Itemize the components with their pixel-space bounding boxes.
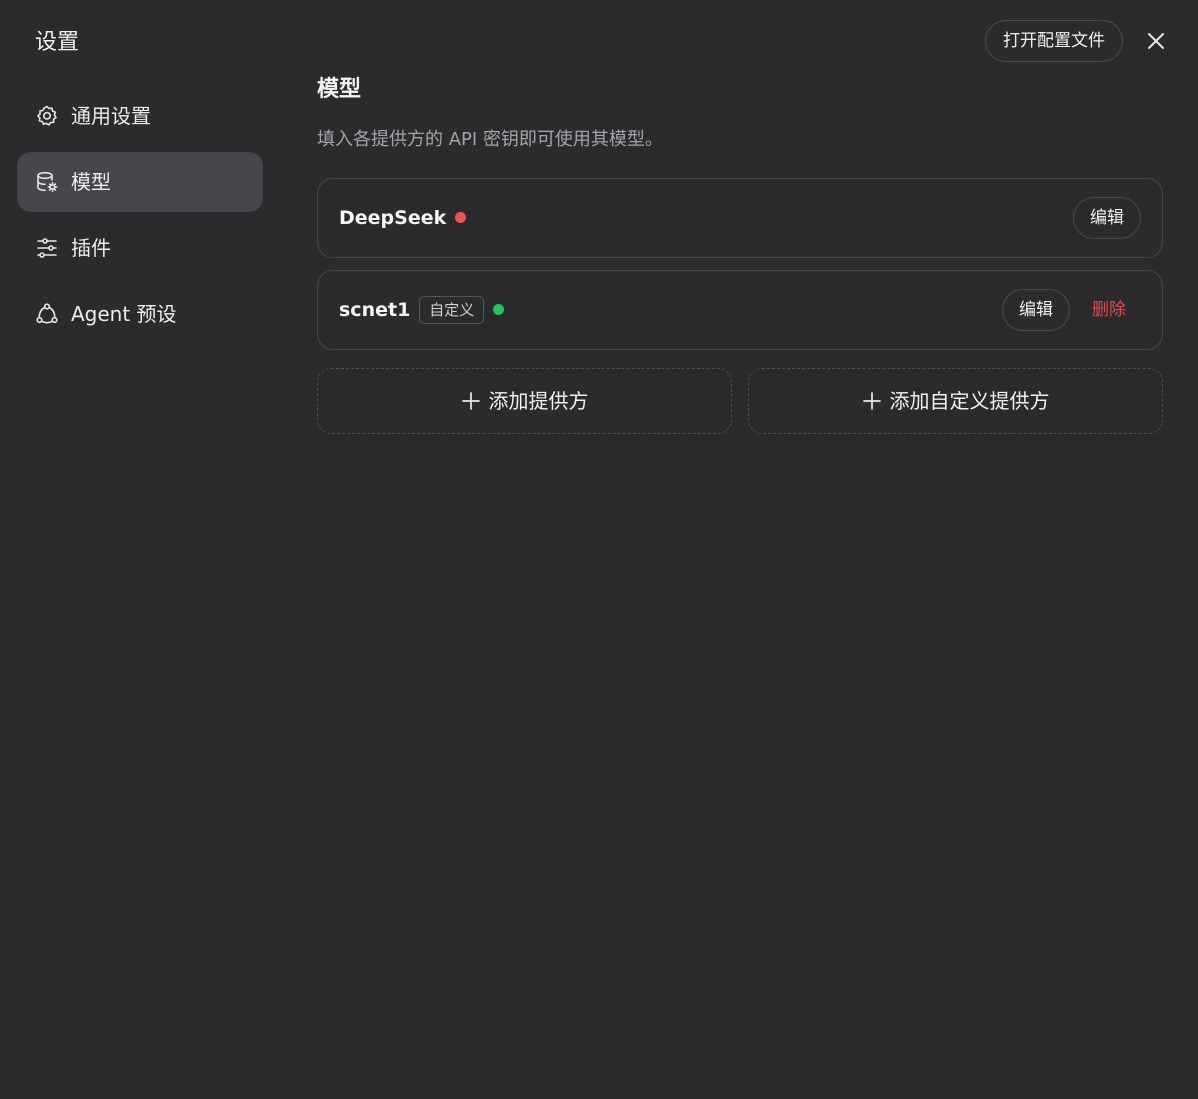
status-indicator (455, 211, 467, 223)
close-icon[interactable] (1142, 27, 1170, 55)
sidebar-item-plugins[interactable]: 插件 (17, 218, 263, 278)
sidebar-item-general[interactable]: 通用设置 (17, 86, 263, 146)
add-provider-button[interactable]: 添加提供方 (317, 368, 732, 434)
plus-icon (461, 391, 481, 411)
sidebar-item-label: 插件 (71, 236, 111, 260)
page-description: 填入各提供方的 API 密钥即可使用其模型。 (317, 129, 663, 150)
custom-tag: 自定义 (419, 296, 485, 324)
sidebar-item-models[interactable]: 模型 (17, 152, 263, 212)
database-gear-icon (35, 170, 59, 194)
sidebar-item-label: 通用设置 (71, 104, 151, 128)
models-panel: 模型 填入各提供方的 API 密钥即可使用其模型。 DeepSeek 编辑 sc… (317, 74, 1163, 434)
settings-dialog: 设置 打开配置文件 通用设置 模型 插件 Agent 预设 模型 填入各提供方的… (0, 0, 1198, 1099)
add-provider-label: 添加提供方 (488, 389, 589, 413)
edit-button[interactable]: 编辑 (1002, 289, 1070, 331)
sliders-icon (35, 236, 59, 260)
settings-sidebar: 通用设置 模型 插件 Agent 预设 (17, 86, 263, 350)
sidebar-item-agent-presets[interactable]: Agent 预设 (17, 284, 263, 344)
provider-card-scnet1: scnet1 自定义 编辑 删除 (317, 270, 1163, 350)
add-custom-provider-button[interactable]: 添加自定义提供方 (748, 368, 1163, 434)
dialog-title: 设置 (35, 30, 80, 55)
provider-name: DeepSeek (339, 207, 447, 229)
sidebar-item-label: Agent 预设 (71, 302, 177, 326)
provider-card-deepseek: DeepSeek 编辑 (317, 178, 1163, 258)
gear-icon (35, 104, 59, 128)
status-indicator (493, 303, 505, 315)
edit-button[interactable]: 编辑 (1073, 197, 1141, 239)
sidebar-item-label: 模型 (71, 170, 111, 194)
provider-name: scnet1 (339, 299, 411, 321)
add-provider-row: 添加提供方 添加自定义提供方 (317, 368, 1163, 434)
open-config-file-button[interactable]: 打开配置文件 (985, 20, 1123, 62)
add-custom-provider-label: 添加自定义提供方 (889, 389, 1050, 413)
page-title: 模型 (317, 77, 362, 102)
agent-nodes-icon (35, 302, 59, 326)
delete-button[interactable]: 删除 (1092, 297, 1126, 323)
plus-icon (862, 391, 882, 411)
